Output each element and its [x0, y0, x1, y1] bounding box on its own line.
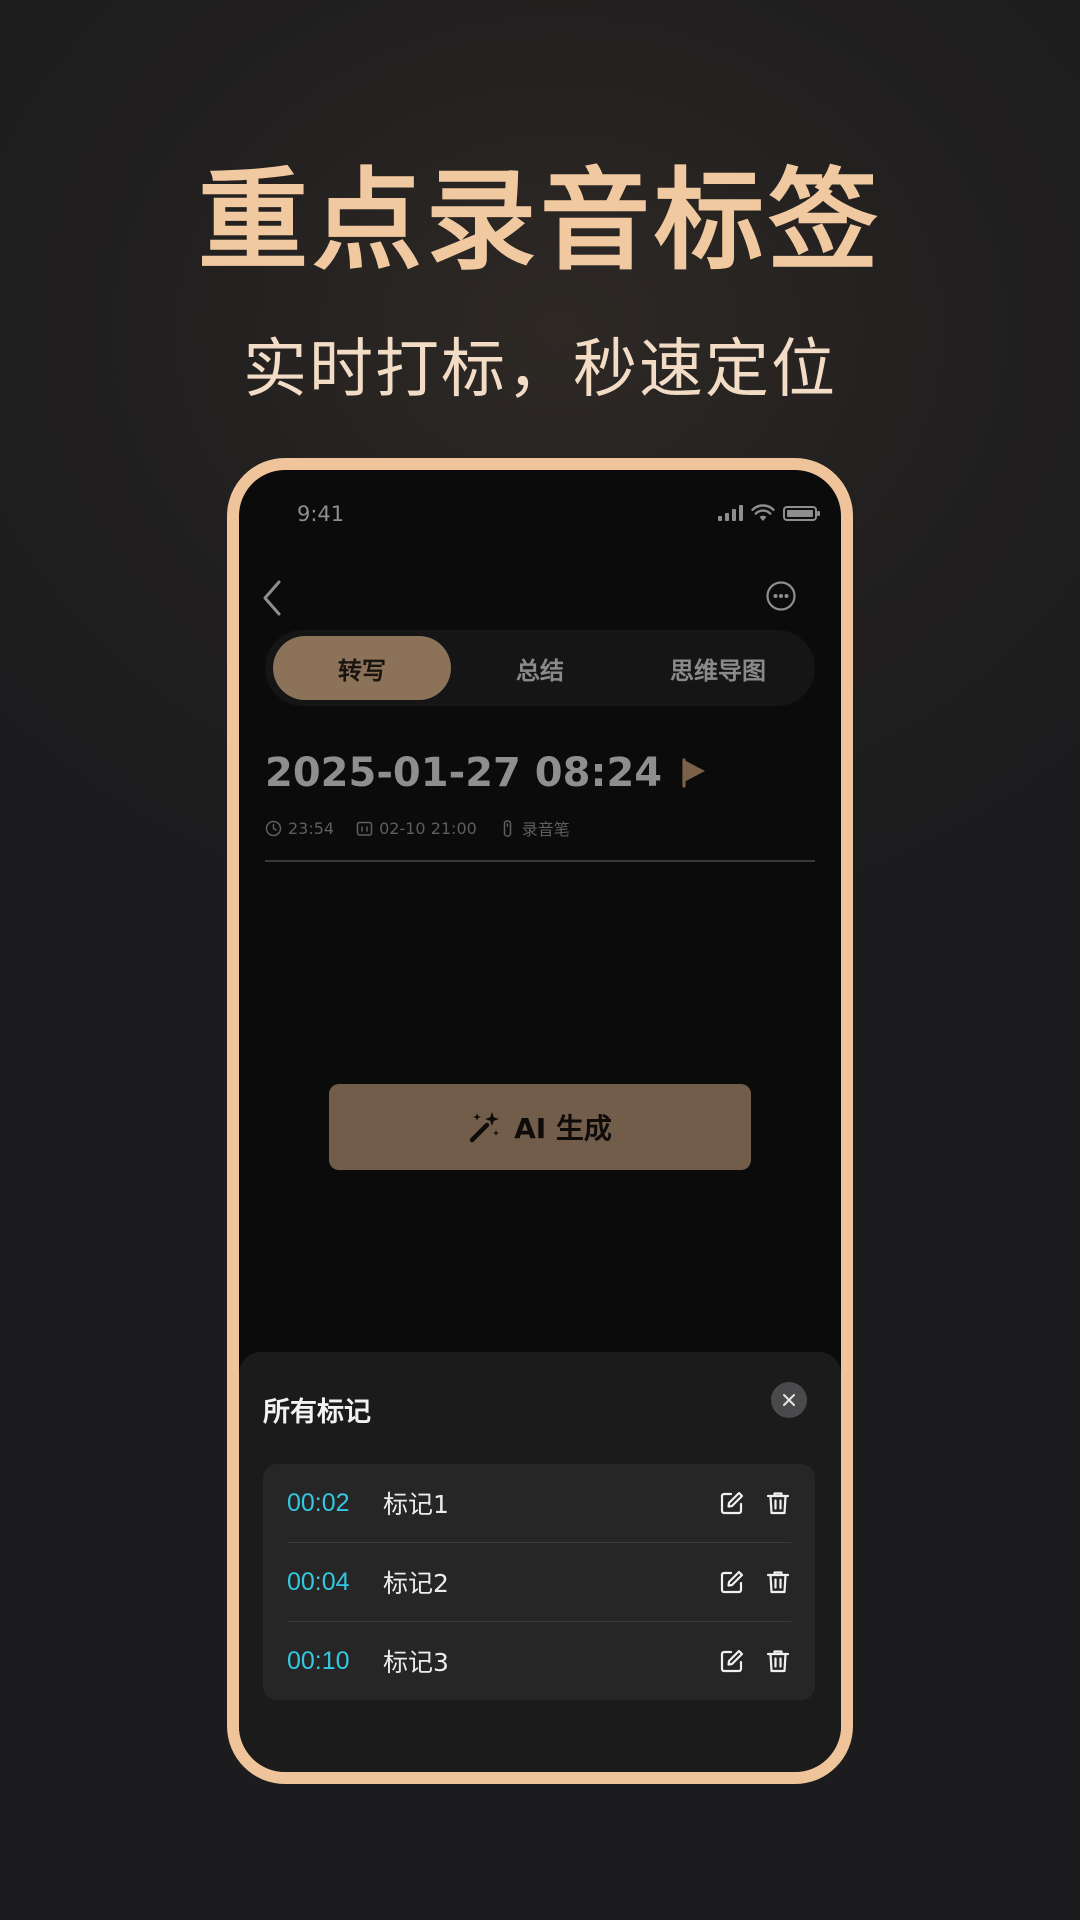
recording-title-text: 2025-01-27 08:24 — [265, 750, 663, 796]
recording-title: 2025-01-27 08:24 — [265, 750, 708, 796]
tab-summary[interactable]: 总结 — [451, 636, 629, 700]
phone-frame: 9:41 转写 总结 思维导图 2025-01-27 08:24 23:54 0… — [227, 458, 853, 1784]
trash-icon[interactable] — [765, 1490, 791, 1516]
trash-icon[interactable] — [765, 1569, 791, 1595]
nav-bar — [239, 566, 841, 626]
meta-device-text: 录音笔 — [521, 820, 570, 839]
status-time: 9:41 — [297, 502, 345, 526]
divider — [265, 860, 815, 862]
clock-icon — [265, 820, 282, 836]
mark-row[interactable]: 00:04 标记2 — [287, 1543, 791, 1622]
more-icon[interactable] — [765, 580, 797, 612]
ai-generate-label: AI 生成 — [514, 1112, 612, 1145]
tab-transcribe[interactable]: 转写 — [273, 636, 451, 700]
calendar-icon — [356, 821, 373, 836]
mark-label: 标记1 — [383, 1490, 449, 1519]
mark-label: 标记2 — [383, 1569, 449, 1598]
mark-time[interactable]: 00:04 — [287, 1568, 383, 1597]
edit-icon[interactable] — [719, 1490, 745, 1516]
recorder-icon — [503, 819, 512, 837]
meta-duration: 23:54 — [265, 819, 334, 838]
marks-sheet: 所有标记 00:02 标记1 00:04 标记2 00:10 标记3 — [239, 1352, 841, 1772]
meta-duration-text: 23:54 — [288, 818, 335, 838]
meta-date: 02-10 21:00 — [356, 819, 477, 838]
flag-icon[interactable] — [680, 758, 708, 788]
tab-mindmap[interactable]: 思维导图 — [629, 636, 807, 700]
wifi-icon — [751, 504, 775, 521]
meta-date-text: 02-10 21:00 — [379, 818, 477, 838]
recording-meta: 23:54 02-10 21:00 录音笔 — [265, 816, 570, 840]
mark-time[interactable]: 00:10 — [287, 1647, 383, 1676]
ai-generate-button[interactable]: AI 生成 — [329, 1084, 751, 1170]
status-icons — [718, 504, 820, 522]
battery-icon — [783, 505, 820, 521]
close-button[interactable] — [771, 1382, 807, 1418]
marks-sheet-title: 所有标记 — [263, 1397, 371, 1428]
mark-row[interactable]: 00:10 标记3 — [287, 1622, 791, 1700]
phone-screen: 9:41 转写 总结 思维导图 2025-01-27 08:24 23:54 0… — [239, 470, 841, 1772]
edit-icon[interactable] — [719, 1569, 745, 1595]
meta-device: 录音笔 — [499, 816, 570, 840]
magic-wand-icon — [469, 1112, 500, 1143]
subheadline: 实时打标，秒速定位 — [243, 333, 837, 407]
status-bar: 9:41 — [239, 470, 841, 540]
mark-row[interactable]: 00:02 标记1 — [287, 1464, 791, 1543]
headline: 重点录音标签 — [198, 157, 882, 285]
back-icon[interactable] — [257, 578, 291, 618]
marks-list: 00:02 标记1 00:04 标记2 00:10 标记3 — [263, 1464, 815, 1700]
edit-icon[interactable] — [719, 1648, 745, 1674]
signal-icon — [718, 505, 743, 521]
mark-time[interactable]: 00:02 — [287, 1489, 383, 1518]
trash-icon[interactable] — [765, 1648, 791, 1674]
tab-bar: 转写 总结 思维导图 — [265, 630, 815, 706]
close-icon — [783, 1394, 795, 1406]
mark-label: 标记3 — [383, 1648, 449, 1677]
